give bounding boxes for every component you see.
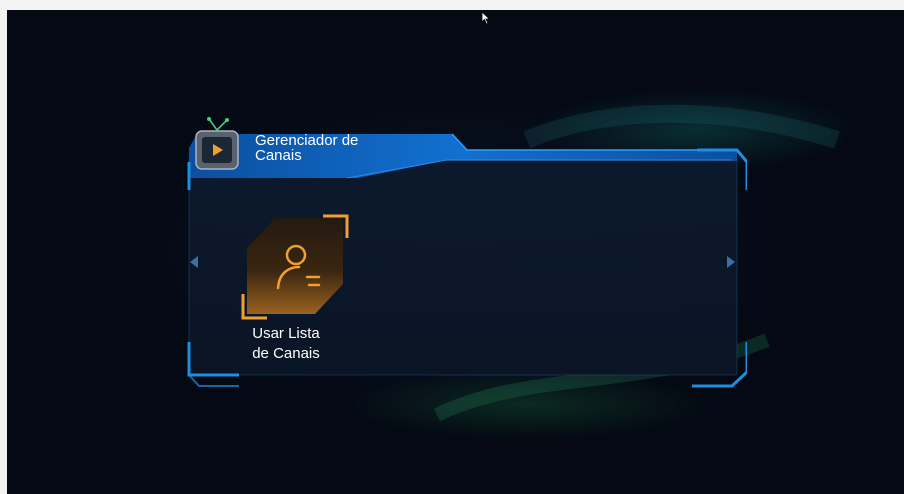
menu-item-use-channel-list[interactable]	[239, 210, 351, 322]
panel-title-line1: Gerenciador de	[255, 132, 359, 149]
menu-item-label-line2: de Canais	[252, 345, 320, 362]
menu-item-label: Usar Lista de Canais	[241, 324, 331, 364]
scroll-left-arrow-icon[interactable]	[188, 255, 200, 269]
scroll-right-arrow-icon[interactable]	[725, 255, 737, 269]
menu-item-label-line1: Usar Lista	[252, 325, 320, 342]
tv-screen: Gerenciador de Canais Usar Lista de Cana…	[7, 10, 904, 494]
user-list-icon	[241, 214, 349, 320]
tv-channel-icon	[195, 117, 239, 170]
mouse-cursor-icon	[481, 11, 491, 25]
panel-title: Gerenciador de Canais	[255, 133, 358, 163]
panel-title-line2: Canais	[255, 147, 302, 164]
